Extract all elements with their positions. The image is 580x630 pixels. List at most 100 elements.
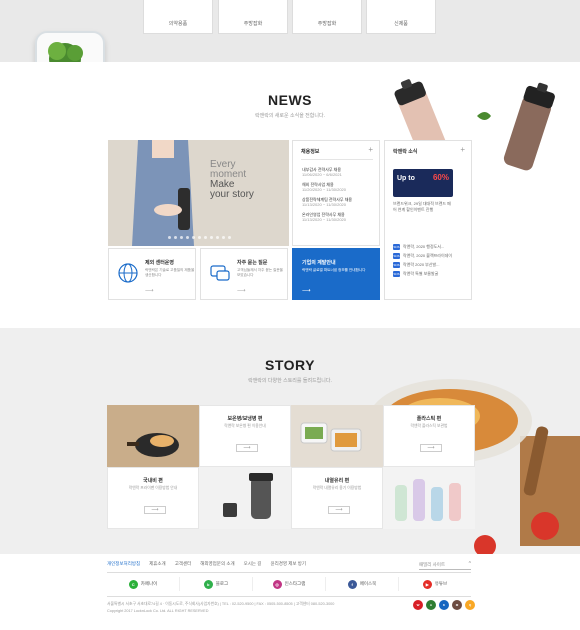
plastic-bottles-image xyxy=(383,467,475,529)
category-label: 주방잡화 xyxy=(243,21,263,27)
recruit-date: 11/06/2020 ~ 6/6/2021 xyxy=(302,172,342,177)
news-list-item[interactable]: SNS 락앤락, 2020 행정도서... xyxy=(393,244,453,250)
recruit-item[interactable]: 해외 전략사업 채용 11/20/2020 ~ 11/30/2020 xyxy=(302,182,370,192)
story-card-plastic[interactable]: 플라스틱 편 락앤락 플라스틱 보관법 ⟶ xyxy=(383,405,475,467)
sns-link-blog[interactable]: b 블로그 xyxy=(180,577,253,591)
more-plus-icon[interactable]: + xyxy=(460,145,465,154)
certification-badge-icon: M xyxy=(452,600,462,610)
pagination-dot[interactable] xyxy=(204,236,207,239)
pagination-dot[interactable] xyxy=(180,236,183,239)
promo-thumbnail[interactable]: Up to 60% xyxy=(393,169,453,197)
story-card-title: 플라스틱 편 xyxy=(416,416,442,422)
partnership-card[interactable]: 기업의 계발안내 락앤락 글로벌 파트너쉽 정보를 안내합니다 ⟶ xyxy=(292,248,380,300)
arrow-right-icon[interactable]: ⟶ xyxy=(144,506,166,514)
more-plus-icon[interactable]: + xyxy=(368,145,373,154)
card-text: 락앤락 글로벌 파트너쉽 정보를 안내합니다 xyxy=(302,268,366,272)
story-frying-pan-photo[interactable] xyxy=(107,405,199,467)
sns-label: 유튜브 xyxy=(434,581,448,586)
cafe-icon: C xyxy=(128,579,138,589)
banner-pagination[interactable] xyxy=(168,236,231,239)
certification-badge-icon: W xyxy=(413,600,423,610)
pagination-dot[interactable] xyxy=(192,236,195,239)
sns-tag-icon: SNS xyxy=(393,244,400,250)
news-list-item[interactable]: SNS 락앤락 2020 부산발... xyxy=(393,262,453,268)
pagination-dot[interactable] xyxy=(168,236,171,239)
category-label: 신제품 xyxy=(394,21,408,27)
story-card-title: 내열유리 편 xyxy=(324,478,350,484)
storage-containers-image xyxy=(291,405,383,467)
card-text: 락앤락은 기술로 고품질의 제품을 생산합니다 xyxy=(145,268,195,277)
banner-text: Every moment Make your story xyxy=(210,160,254,200)
company-news-panel: 락앤락 소식 + Up to 60% 브랜드위크, 29일 대대적 브랜드 페어… xyxy=(384,140,472,300)
footer-link-directions[interactable]: 오시는 길 xyxy=(244,561,262,567)
company-address: 서울특별시 서초구 서초대로74길 4 · 이동시도로, 주식회사(사업자번호)… xyxy=(107,602,335,606)
pagination-dot[interactable] xyxy=(222,236,225,239)
card-title: 제외 센터운영 xyxy=(145,260,174,266)
copyright: Copyright 2017 LocknLock Co. Ltd. ALL RI… xyxy=(107,609,209,613)
family-site-select[interactable]: 패밀리 사이트 ^ xyxy=(419,558,471,570)
pagination-dot[interactable] xyxy=(186,236,189,239)
footer-link-privacy[interactable]: 개인정보처리방침 xyxy=(107,561,140,567)
story-containers-photo[interactable] xyxy=(291,405,383,467)
footer-link-customer-center[interactable]: 고객센터 xyxy=(175,561,192,567)
sns-link-youtube[interactable]: ▶ 유튜브 xyxy=(399,577,471,591)
story-card-thermos[interactable]: 보온병/보냉병 편 락앤락 보온병 편 이용안내 ⟶ xyxy=(199,405,291,467)
story-card-glass[interactable]: 내열유리 편 락앤락 내열유리 용기 이용방법 ⟶ xyxy=(291,467,383,529)
pagination-dot[interactable] xyxy=(174,236,177,239)
story-card-subtitle: 락앤락 보온병 편 이용안내 xyxy=(224,424,266,428)
promo-blurb: 브랜드위크, 29일 대대적 브랜드 페어 연계 할인이벤트 진행 xyxy=(393,201,451,212)
story-card-title: 국내비 편 xyxy=(143,478,163,484)
pagination-dot[interactable] xyxy=(216,236,219,239)
category-card[interactable]: 주방잡화 xyxy=(218,0,288,34)
promo-label: Up to xyxy=(397,175,415,182)
category-card[interactable]: 주방잡화 xyxy=(292,0,362,34)
footer-link-overseas[interactable]: 해외영업문의 소개 xyxy=(200,561,234,567)
arrow-right-icon[interactable]: ⟶ xyxy=(236,444,258,452)
sns-tag-icon: SNS xyxy=(393,253,400,259)
youtube-icon: ▶ xyxy=(422,579,432,589)
recruit-item[interactable]: 내부감사 전략사무 채용 11/06/2020 ~ 6/6/2021 xyxy=(302,167,370,177)
recruit-date: 11/20/2020 ~ 11/30/2020 xyxy=(302,187,347,192)
banner-line: your story xyxy=(210,189,254,200)
news-list-item[interactable]: SNS 락앤락 특별 보물발굴 xyxy=(393,271,453,277)
sns-link-cafe[interactable]: C 카페나이 xyxy=(107,577,180,591)
arrow-right-icon[interactable]: ⟶ xyxy=(145,287,154,294)
category-label: 의약용품 xyxy=(168,21,188,27)
pagination-dot[interactable] xyxy=(198,236,201,239)
arrow-right-icon[interactable]: ⟶ xyxy=(237,287,246,294)
story-card-fryingpan[interactable]: 국내비 편 락앤락 프라이팬 이용방법 안내 ⟶ xyxy=(107,467,199,529)
sns-link-instagram[interactable]: ◎ 인스타그램 xyxy=(253,577,326,591)
chevron-up-icon: ^ xyxy=(468,561,471,567)
chat-bubble-icon xyxy=(210,265,230,281)
news-item-text: 락앤락, 2020 블랙프라이데이 xyxy=(403,253,453,258)
arrow-right-icon[interactable]: ⟶ xyxy=(302,287,311,294)
footer-link-ethics[interactable]: 윤리경영 제보 방기 xyxy=(270,561,306,567)
card-title: 기업의 계발안내 xyxy=(302,260,336,266)
arrow-right-icon[interactable]: ⟶ xyxy=(328,506,350,514)
category-card[interactable]: 의약용품 xyxy=(143,0,213,34)
footer-link-partnership[interactable]: 제휴소개 xyxy=(149,561,166,567)
recruit-heading: 채용정보 xyxy=(301,149,320,155)
service-center-card[interactable]: 제외 센터운영 락앤락은 기술로 고품질의 제품을 생산합니다 ⟶ xyxy=(108,248,196,300)
thermos-image xyxy=(199,467,291,529)
footer: 개인정보처리방침 제휴소개 고객센터 해외영업문의 소개 오시는 길 윤리경영 … xyxy=(0,554,580,630)
story-thermos-photo[interactable] xyxy=(199,467,291,529)
sns-link-facebook[interactable]: f 페이스북 xyxy=(326,577,399,591)
certification-badge-icon: K xyxy=(439,600,449,610)
recruit-item[interactable]: 온라인영업 전략사무 채용 11/13/2020 ~ 11/30/2020 xyxy=(302,212,370,222)
sns-label: 페이스북 xyxy=(359,581,377,586)
news-banner[interactable]: Every moment Make your story xyxy=(108,140,289,246)
certification-badge-icon: Q xyxy=(465,600,475,610)
pagination-dot[interactable] xyxy=(228,236,231,239)
facebook-icon: f xyxy=(347,579,357,589)
sns-tag-icon: SNS xyxy=(393,262,400,268)
sns-label: 블로그 xyxy=(215,581,229,586)
recruit-item[interactable]: 상품전략체계팀 전략사무 채용 11/13/2020 ~ 11/30/2020 xyxy=(302,197,370,207)
category-card[interactable]: 신제품 xyxy=(366,0,436,34)
arrow-right-icon[interactable]: ⟶ xyxy=(420,444,442,452)
story-plastic-photo[interactable] xyxy=(383,467,475,529)
certification-badges: W A K M Q xyxy=(413,600,475,610)
faq-card[interactable]: 자주 묻는 질문 고객님들께서 자주 묻는 질문을 모았습니다 ⟶ xyxy=(200,248,288,300)
pagination-dot[interactable] xyxy=(210,236,213,239)
news-list-item[interactable]: SNS 락앤락, 2020 블랙프라이데이 xyxy=(393,253,453,259)
